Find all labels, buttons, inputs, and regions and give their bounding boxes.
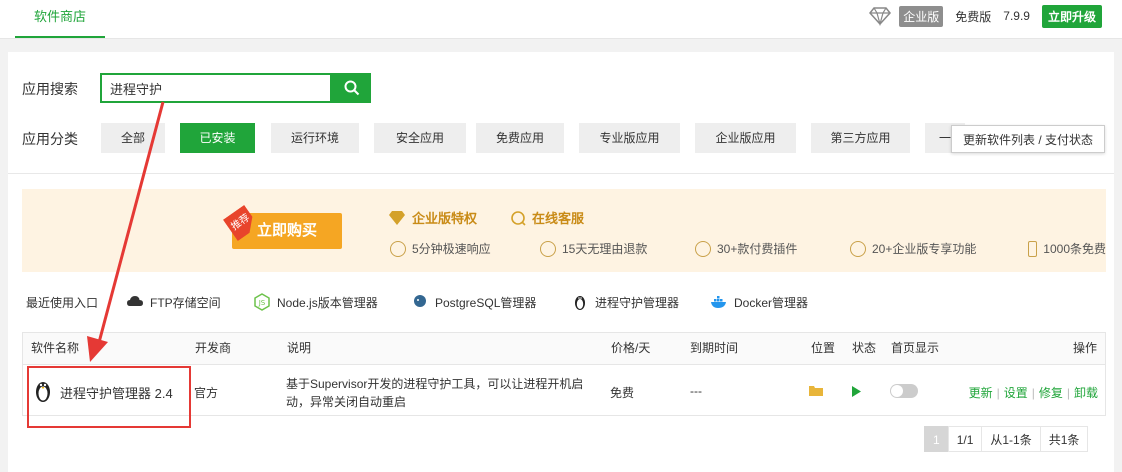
diamond-icon	[389, 210, 405, 225]
free-edition-label: 免费版	[955, 9, 992, 24]
diamond-icon	[869, 7, 892, 26]
chat-icon	[511, 210, 526, 226]
recent-item-label: Docker管理器	[734, 295, 809, 310]
divider	[8, 173, 1114, 174]
plugin-icon	[695, 240, 711, 257]
recent-item-label: PostgreSQL管理器	[435, 295, 537, 310]
recent-item-nodejs[interactable]: JS Node.js版本管理器	[253, 292, 378, 312]
category-all[interactable]: 全部	[101, 123, 165, 153]
col-operations: 操作	[1072, 341, 1097, 355]
online-service-title[interactable]: 在线客服	[510, 208, 584, 227]
refund-icon	[540, 240, 556, 257]
search-button[interactable]	[332, 73, 371, 103]
tab-software-store[interactable]: 软件商店	[15, 0, 105, 38]
feature-item: 5分钟极速响应	[390, 240, 491, 257]
version-number: 7.9.9	[1003, 9, 1030, 23]
feature-item: 15天无理由退款	[540, 240, 647, 257]
recent-label: 最近使用入口	[26, 295, 99, 310]
col-price: 价格/天	[611, 341, 651, 355]
feature-label: 30+款付费插件	[717, 242, 798, 256]
diamond-outline-icon	[850, 240, 866, 257]
postgresql-icon	[414, 295, 426, 307]
category-security[interactable]: 安全应用	[374, 123, 466, 153]
page-range: 从1-1条	[981, 426, 1041, 452]
repair-link[interactable]: 修复	[1039, 386, 1063, 400]
feature-label: 1000条免费	[1043, 242, 1106, 256]
operation-links: 更新 | 设置 | 修复 | 卸载	[969, 384, 1098, 401]
nodejs-icon: JS	[254, 293, 270, 311]
refresh-list-button[interactable]: 更新软件列表 / 支付状态	[951, 125, 1105, 153]
col-expire: 到期时间	[690, 341, 739, 355]
category-pro[interactable]: 专业版应用	[579, 123, 680, 153]
clock-icon	[390, 240, 406, 257]
page-current[interactable]: 1	[924, 426, 949, 452]
table-header: 软件名称 开发商 说明 价格/天 到期时间 位置 状态 首页显示 操作	[22, 332, 1106, 365]
category-enterprise[interactable]: 企业版应用	[695, 123, 796, 153]
page-count: 共1条	[1039, 426, 1089, 452]
feature-item: 20+企业版专享功能	[850, 240, 976, 257]
col-location: 位置	[811, 341, 836, 355]
top-bar: 软件商店 企业版 免费版 7.9.9 立即升级	[0, 0, 1122, 39]
separator: |	[1031, 386, 1035, 400]
recent-item-label: FTP存储空间	[150, 295, 221, 310]
folder-icon[interactable]	[809, 385, 824, 397]
pagination: 1 1/1 从1-1条 共1条	[924, 426, 1089, 452]
linux-penguin-icon	[575, 296, 585, 310]
software-desc-line2: 动，异常关闭自动重启	[286, 395, 407, 409]
home-display-toggle[interactable]	[890, 384, 918, 398]
col-name: 软件名称	[31, 341, 80, 355]
feature-label: 5分钟极速响应	[412, 242, 491, 256]
search-label: 应用搜索	[22, 81, 78, 97]
upgrade-button[interactable]: 立即升级	[1041, 4, 1102, 28]
recent-item-docker[interactable]: Docker管理器	[710, 292, 808, 312]
feature-item: 1000条免费	[1028, 240, 1106, 257]
search-icon	[344, 80, 359, 96]
col-status: 状态	[852, 341, 877, 355]
category-third-party[interactable]: 第三方应用	[811, 123, 910, 153]
feature-label: 15天无理由退款	[562, 242, 648, 256]
mail-icon	[1028, 240, 1038, 257]
update-link[interactable]: 更新	[969, 386, 993, 400]
cloud-icon	[127, 296, 143, 306]
software-expire: ---	[690, 384, 702, 398]
enterprise-banner	[22, 189, 1106, 272]
recent-item-supervisor[interactable]: 进程守护管理器	[571, 292, 679, 312]
category-label: 应用分类	[22, 131, 78, 147]
feature-label: 20+企业版专享功能	[872, 242, 977, 256]
recent-item-label: 进程守护管理器	[595, 295, 680, 310]
feature-item: 30+款付费插件	[695, 240, 797, 257]
software-desc-line1: 基于Supervisor开发的进程守护工具，可以让进程开机启	[286, 377, 584, 391]
enterprise-privilege-label: 企业版特权	[412, 211, 478, 226]
svg-text:JS: JS	[258, 299, 266, 307]
play-icon[interactable]	[851, 386, 861, 397]
category-installed[interactable]: 已安装	[180, 123, 255, 153]
category-free[interactable]: 免费应用	[476, 123, 564, 153]
highlight-box	[27, 366, 191, 428]
category-runtime[interactable]: 运行环境	[271, 123, 359, 153]
search-input[interactable]	[102, 75, 338, 101]
toggle-knob	[891, 385, 903, 397]
settings-link[interactable]: 设置	[1004, 386, 1028, 400]
search-field[interactable]	[100, 73, 338, 103]
version-area: 企业版 免费版 7.9.9 立即升级	[869, 4, 1102, 28]
software-price: 免费	[610, 386, 635, 400]
enterprise-badge[interactable]: 企业版	[899, 5, 944, 27]
page-total: 1/1	[947, 426, 983, 452]
online-service-label: 在线客服	[532, 211, 585, 226]
recent-item-label: Node.js版本管理器	[277, 295, 378, 310]
recent-item-ftp[interactable]: FTP存储空间	[126, 292, 221, 312]
separator: |	[1066, 386, 1070, 400]
uninstall-link[interactable]: 卸载	[1074, 386, 1098, 400]
recent-item-postgresql[interactable]: PostgreSQL管理器	[411, 292, 536, 312]
software-vendor: 官方	[194, 386, 219, 400]
enterprise-privilege-title[interactable]: 企业版特权	[388, 208, 477, 227]
col-home-display: 首页显示	[891, 341, 940, 355]
col-desc: 说明	[287, 341, 312, 355]
docker-icon	[711, 296, 726, 308]
separator: |	[996, 386, 1000, 400]
col-vendor: 开发商	[195, 341, 232, 355]
